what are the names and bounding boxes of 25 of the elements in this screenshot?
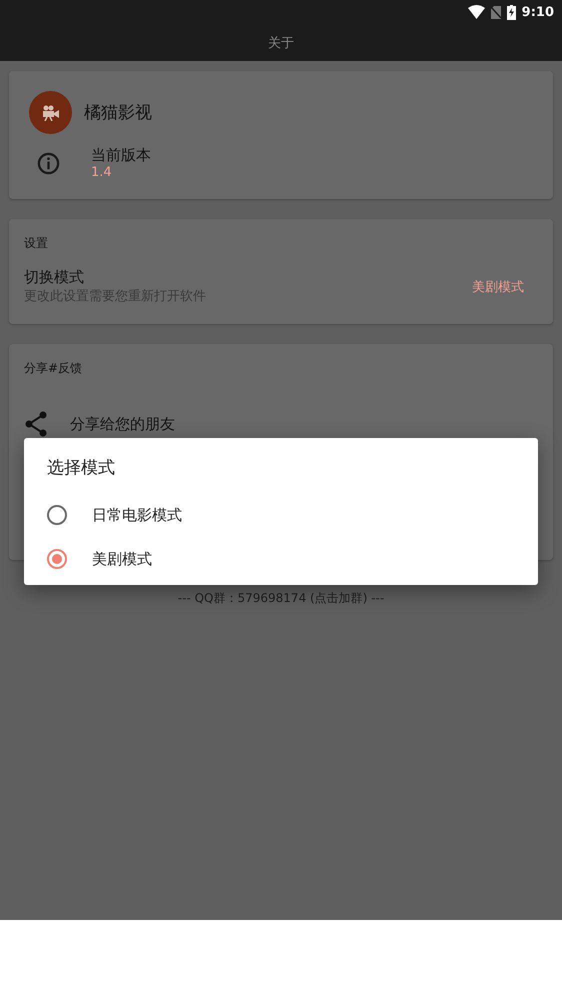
info-icon: [37, 152, 60, 174]
radio-button[interactable]: [47, 549, 67, 569]
radio-button[interactable]: [47, 505, 67, 525]
setting-title: 切换模式: [24, 268, 85, 287]
status-time: 9:10: [522, 4, 554, 20]
version-label: 当前版本: [91, 146, 151, 165]
mode-option[interactable]: 美剧模式: [47, 537, 515, 581]
dialog-title: 选择模式: [47, 457, 116, 479]
wifi-icon: [468, 5, 485, 19]
option-label: 日常电影模式: [92, 506, 182, 524]
version-number: 1.4: [91, 165, 113, 180]
share-icon: [24, 411, 48, 437]
page-title: 关于: [268, 34, 294, 52]
setting-value: 美剧模式: [472, 278, 524, 296]
battery-charging-icon: [506, 4, 516, 20]
app-name: 橘猫影视: [84, 102, 152, 124]
qq-group-link[interactable]: --- QQ群：579698174 (点击加群) ---: [178, 590, 384, 607]
mode-option[interactable]: 日常电影模式: [47, 493, 515, 537]
share-label: 分享给您的朋友: [70, 414, 175, 434]
section-heading: 设置: [24, 235, 49, 252]
section-heading: 分享#反馈: [24, 360, 84, 377]
option-label: 美剧模式: [92, 550, 152, 568]
no-sim-icon: [490, 6, 501, 18]
app-logo-icon: [29, 91, 72, 134]
share-row[interactable]: 分享给您的朋友: [24, 411, 538, 437]
